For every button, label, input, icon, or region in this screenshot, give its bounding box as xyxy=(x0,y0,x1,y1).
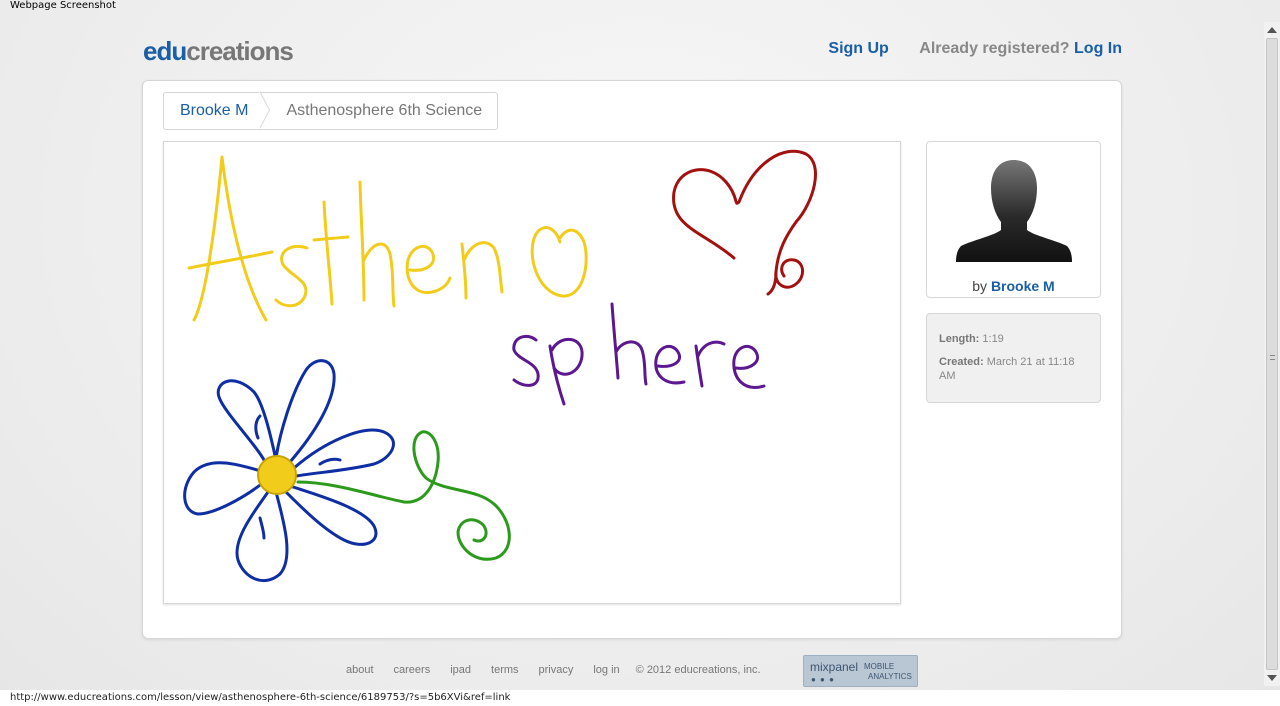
created-label: Created: xyxy=(939,356,984,368)
length-value: 1:19 xyxy=(982,333,1004,345)
mixpanel-sub-line1: MOBILE xyxy=(864,662,895,671)
lesson-card: Brooke M Asthenosphere 6th Science by Br… xyxy=(142,80,1122,639)
window-caption: Webpage Screenshot xyxy=(10,0,116,11)
logo-edu: edu xyxy=(143,36,187,66)
breadcrumb-separator xyxy=(259,91,276,130)
whiteboard-drawing xyxy=(183,149,817,582)
scrollbar-thumb[interactable] xyxy=(1266,38,1278,670)
drawing-heart xyxy=(672,149,817,296)
footer-link-ipad[interactable]: ipad xyxy=(450,664,471,676)
grip-icon xyxy=(1270,355,1275,360)
signup-link[interactable]: Sign Up xyxy=(828,40,888,57)
mixpanel-subtitle: MOBILE ANALYTICS xyxy=(864,662,912,682)
drawing-word-sphere xyxy=(512,302,766,406)
footer-copyright: © 2012 educreations, inc. xyxy=(635,664,761,676)
footer-link-about[interactable]: about xyxy=(346,664,374,676)
user-silhouette-icon xyxy=(956,160,1072,262)
status-url: http://www.educreations.com/lesson/view/… xyxy=(10,692,511,703)
login-link[interactable]: Log In xyxy=(1074,40,1122,57)
breadcrumb-lesson-title: Asthenosphere 6th Science xyxy=(286,102,483,119)
drawing-stem xyxy=(296,430,511,561)
length-row: Length: 1:19 xyxy=(939,332,1088,346)
educreations-logo[interactable]: educreations xyxy=(143,36,294,67)
created-row: Created: March 21 at 11:18 AM xyxy=(939,355,1088,383)
author-panel: by Brooke M xyxy=(926,141,1101,298)
breadcrumb-user-link[interactable]: Brooke M xyxy=(164,93,264,129)
drawing-flower-center xyxy=(257,455,297,495)
footer: about careers ipad terms privacy log in … xyxy=(346,664,761,676)
mixpanel-sub-line2: ANALYTICS xyxy=(868,672,912,681)
scroll-up-icon[interactable] xyxy=(1267,27,1277,33)
vertical-scrollbar[interactable] xyxy=(1264,22,1280,686)
author-byline: by Brooke M xyxy=(927,278,1100,294)
mixpanel-dots-icon: ● ● ● xyxy=(811,675,835,684)
mixpanel-name: mixpanel xyxy=(810,660,859,674)
top-nav: Sign Up Already registered? Log In xyxy=(828,40,1122,58)
footer-link-privacy[interactable]: privacy xyxy=(539,664,574,676)
footer-link-terms[interactable]: terms xyxy=(491,664,519,676)
footer-link-login[interactable]: log in xyxy=(593,664,619,676)
drawing-word-astheno xyxy=(187,155,588,322)
scroll-down-icon[interactable] xyxy=(1267,675,1277,681)
footer-link-careers[interactable]: careers xyxy=(394,664,431,676)
status-bar: http://www.educreations.com/lesson/view/… xyxy=(0,690,1280,706)
whiteboard-player[interactable] xyxy=(163,141,901,604)
by-label: by xyxy=(972,278,988,294)
lesson-meta: Length: 1:19 Created: March 21 at 11:18 … xyxy=(926,313,1101,403)
logo-creations: creations xyxy=(186,36,294,66)
already-registered-text: Already registered? xyxy=(919,40,1070,57)
mixpanel-badge[interactable]: mixpanel MOBILE ANALYTICS ● ● ● xyxy=(803,655,918,687)
length-label: Length: xyxy=(939,333,980,345)
breadcrumb: Brooke M Asthenosphere 6th Science xyxy=(163,91,499,130)
author-name-link[interactable]: Brooke M xyxy=(991,278,1055,294)
